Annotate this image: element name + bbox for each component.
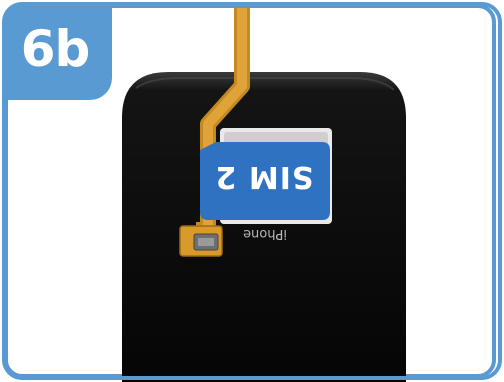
step-badge-overlay: 6b <box>4 4 106 94</box>
phone-brand-label: iPhone <box>243 226 287 242</box>
sim-label-wrap: SIM 2 <box>200 142 328 212</box>
instruction-panel: 6b 6b SIM 2 iPhone <box>0 0 504 382</box>
brand-wrap: iPhone <box>232 224 298 244</box>
sim-card-label: SIM 2 <box>214 159 314 195</box>
step-number-overlay: 6b <box>20 20 91 78</box>
